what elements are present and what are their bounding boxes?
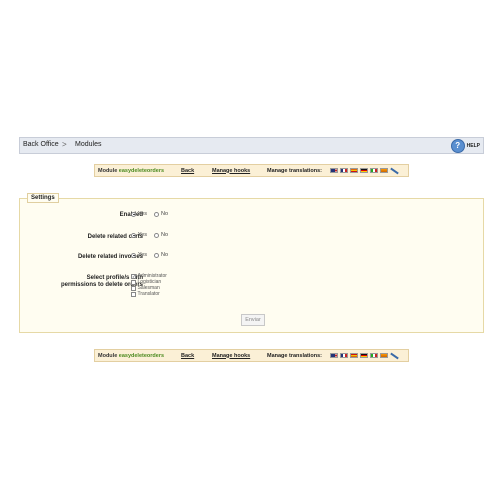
- flag-de-icon[interactable]: [360, 353, 368, 358]
- module-toolbar-bottom: Module easydeleteorders Back Manage hook…: [94, 349, 409, 362]
- help-button[interactable]: ? HELP: [450, 138, 480, 153]
- manage-hooks-link[interactable]: Manage hooks: [212, 353, 250, 359]
- flag-de-icon[interactable]: [360, 168, 368, 173]
- enabled-no-radio[interactable]: [153, 211, 159, 217]
- profile-translator: Translator: [131, 291, 167, 297]
- enabled-yes-radio[interactable]: [131, 211, 136, 217]
- flag-fr-icon[interactable]: [340, 353, 348, 358]
- flag-it-icon[interactable]: [370, 353, 378, 358]
- module-name: easydeleteorders: [118, 352, 165, 359]
- settings-fieldset: Settings: [19, 193, 484, 333]
- profile-logistician-checkbox[interactable]: [131, 279, 136, 285]
- delete-invoices-yes-radio[interactable]: [131, 252, 136, 258]
- translation-flags: [330, 352, 399, 360]
- profile-translator-label: Translator: [137, 291, 160, 297]
- back-link[interactable]: Back: [181, 168, 194, 174]
- enabled-radio-group: Yes No: [131, 211, 168, 217]
- delete-carts-yes-label: Yes: [138, 232, 147, 238]
- manage-translations-label: Manage translations:: [267, 167, 323, 174]
- flag-it-icon[interactable]: [370, 168, 378, 173]
- delete-invoices-no-label: No: [160, 252, 169, 258]
- translation-flags: [330, 167, 399, 175]
- pencil-icon[interactable]: [390, 352, 399, 360]
- enabled-yes-label: Yes: [138, 211, 147, 217]
- flag-en-icon[interactable]: [330, 168, 338, 173]
- delete-carts-radio-group: Yes No: [131, 232, 168, 238]
- breadcrumb-modules: Modules: [75, 141, 102, 148]
- breadcrumb: Back Office > Modules ? HELP: [19, 137, 484, 154]
- flag-es-icon[interactable]: [350, 168, 358, 173]
- manage-hooks-link[interactable]: Manage hooks: [212, 168, 250, 174]
- manage-translations-label: Manage translations:: [267, 352, 323, 359]
- delete-invoices-radio-group: Yes No: [131, 252, 168, 258]
- profile-administrator-checkbox[interactable]: ✓: [131, 273, 136, 279]
- module-name: easydeleteorders: [118, 167, 165, 174]
- delete-carts-yes-radio[interactable]: [131, 232, 136, 238]
- module-title: Module easydeleteorders: [98, 352, 165, 359]
- help-label: HELP: [466, 142, 480, 149]
- breadcrumb-separator-icon: >: [62, 140, 67, 149]
- delete-carts-no-radio[interactable]: [153, 232, 159, 238]
- breadcrumb-back-office[interactable]: Back Office: [23, 141, 59, 148]
- profile-salesman-checkbox[interactable]: [131, 285, 136, 291]
- help-icon: ?: [450, 138, 465, 153]
- flag-en-icon[interactable]: [330, 353, 338, 358]
- flag-other-icon[interactable]: [380, 168, 388, 173]
- back-link[interactable]: Back: [181, 353, 194, 359]
- delete-carts-no-label: No: [160, 232, 169, 238]
- profiles-list: ✓ Administrator Logistician Salesman Tra…: [131, 273, 167, 297]
- delete-invoices-no-radio[interactable]: [153, 252, 159, 258]
- delete-invoices-yes-label: Yes: [138, 252, 147, 258]
- flag-fr-icon[interactable]: [340, 168, 348, 173]
- module-toolbar-top: Module easydeleteorders Back Manage hook…: [94, 164, 409, 177]
- submit-button[interactable]: Enviar: [241, 314, 265, 326]
- settings-legend: Settings: [27, 193, 59, 203]
- flag-other-icon[interactable]: [380, 353, 388, 358]
- flag-es-icon[interactable]: [350, 353, 358, 358]
- profile-translator-checkbox[interactable]: [131, 291, 136, 297]
- enabled-no-label: No: [160, 211, 169, 217]
- pencil-icon[interactable]: [390, 167, 399, 175]
- module-title: Module easydeleteorders: [98, 167, 165, 174]
